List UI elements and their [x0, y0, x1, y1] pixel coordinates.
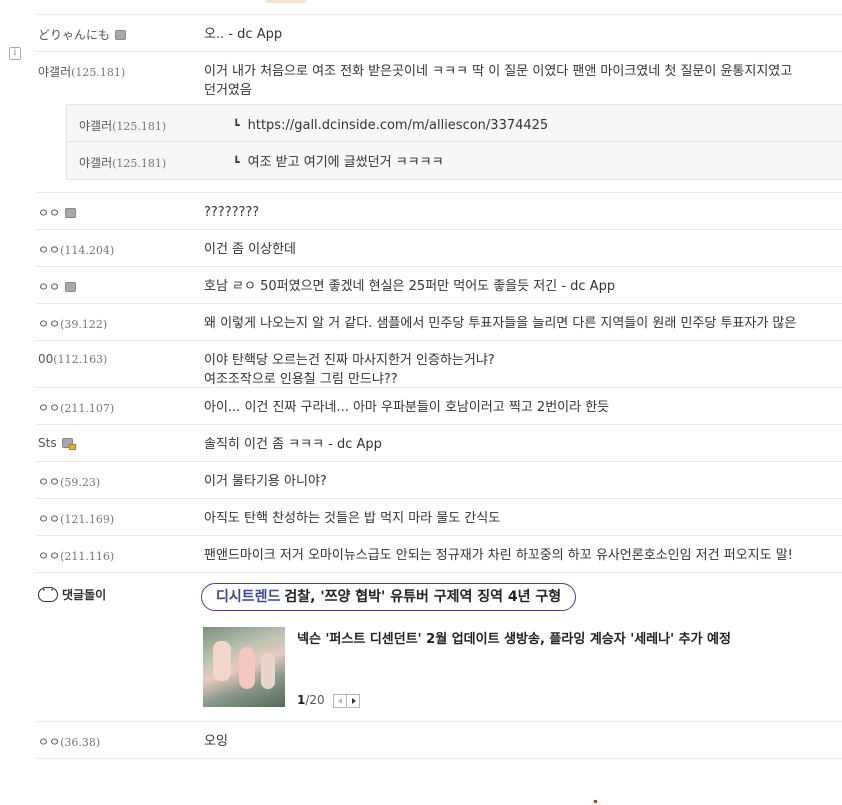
reply-link[interactable]: https://gall.dcinside.com/m/alliescon/33… — [248, 118, 549, 133]
comment-row: 야갤러(125.181) 이거 내가 처음으로 여조 전화 받은곳이네 ㅋㅋㅋ … — [36, 52, 842, 104]
divider — [36, 180, 842, 193]
comment-text: 왜 이렇게 나오는지 알 거 같다. 샘플에서 민주당 투표자들을 늘리면 다른… — [204, 316, 797, 331]
comment-nick[interactable]: ㅇㅇ — [38, 278, 77, 295]
comment-text: 이건 좀 이상한데 — [204, 242, 296, 257]
comment-text: 이거 내가 처음으로 여조 전화 받은곳이네 ㅋㅋㅋ 딱 이 질문 이였다 팬앤… — [204, 64, 793, 98]
comment-nick[interactable]: ㅇㅇ — [38, 204, 77, 221]
comment-nick[interactable]: どりゃんにも — [38, 26, 127, 43]
reply-arrow-icon: ┗ — [233, 119, 240, 132]
comment-nick[interactable]: Sts — [38, 436, 76, 450]
comment-nick[interactable]: 00(112.163) — [38, 352, 107, 366]
prev-page-button[interactable] — [332, 693, 347, 708]
reply-arrow-icon: ┗ — [233, 156, 240, 169]
comment-row: ㅇㅇ(36.38) 오잉 — [36, 722, 842, 759]
header-stub — [266, 0, 306, 3]
member-badge-icon — [65, 281, 77, 292]
reply-text: ┗ https://gall.dcinside.com/m/alliescon/3… — [233, 116, 842, 135]
comment-text: 오잉 — [204, 734, 228, 749]
bot-face-icon — [38, 586, 58, 602]
comment-row: ㅇㅇ(114.204) 이건 좀 이상한데 — [36, 230, 842, 267]
reply-row: 야갤러(125.181) ┗ https://gall.dcinside.com/… — [67, 105, 842, 142]
pager-total: /20 — [305, 693, 325, 707]
reply-nick[interactable]: 야갤러(125.181) — [79, 117, 166, 134]
comment-text: 아이... 이건 진짜 구라네... 아마 우파분들이 호남이러고 찍고 2번이… — [204, 400, 610, 415]
comment-row: どりゃんにも 오.. - dc App — [36, 15, 842, 52]
comment-row: ㅇㅇ(39.122) 왜 이렇게 나오는지 알 거 같다. 샘플에서 민주당 투… — [36, 304, 842, 341]
info-icon[interactable]: i — [9, 47, 21, 60]
dctrend-link[interactable]: 디시트렌드 검찰, '쯔양 협박' 유튜버 구제역 징역 4년 구형 — [201, 583, 577, 611]
comment-text: 솔직히 이건 좀 ㅋㅋㅋ - dc App — [204, 437, 382, 452]
comment-row: 00(112.163) 이야 탄핵당 오르는건 진짜 마사지한거 인증하는거냐?… — [36, 341, 842, 388]
comment-row: ㅇㅇ 호남 ㄹㅇ 50퍼였으면 좋겠네 현실은 25퍼만 먹어도 좋을듯 저긴 … — [36, 267, 842, 304]
comment-row: ㅇㅇ(121.169) 아직도 탄핵 찬성하는 것들은 밥 먹지 마라 물도 간… — [36, 499, 842, 536]
dctrend-brand: 디시트렌드 — [216, 589, 281, 605]
next-page-button[interactable] — [345, 693, 360, 708]
reply-nick[interactable]: 야갤러(125.181) — [79, 154, 166, 171]
comment-bot-label: 댓글돌이 — [38, 586, 106, 603]
reply-text: ┗ 여조 받고 여기에 글썼던거 ㅋㅋㅋㅋ — [233, 155, 444, 170]
cursor-marker — [594, 800, 597, 803]
news-thumbnail[interactable] — [203, 627, 285, 707]
comment-nick[interactable]: ㅇㅇ(59.23) — [38, 473, 100, 490]
reply-block: 야갤러(125.181) ┗ https://gall.dcinside.com/… — [66, 104, 842, 180]
comment-row: Sts 솔직히 이건 좀 ㅋㅋㅋ - dc App — [36, 425, 842, 462]
comment-text: 아직도 탄핵 찬성하는 것들은 밥 먹지 마라 물도 간식도 — [204, 511, 501, 526]
trend-headline: 검찰, '쯔양 협박' 유튜버 구제역 징역 4년 구형 — [284, 589, 562, 605]
comment-text: 호남 ㄹㅇ 50퍼였으면 좋겠네 현실은 25퍼만 먹어도 좋을듯 저긴 - d… — [204, 279, 616, 294]
comment-nick[interactable]: ㅇㅇ(211.116) — [38, 547, 114, 564]
member-badge-icon — [115, 29, 127, 40]
comment-text: ???????? — [204, 205, 260, 220]
member-badge-icon — [65, 207, 77, 218]
comment-text: 팬앤드마이크 저거 오마이뉴스급도 안되는 정규재가 차린 하꼬중의 하꼬 유사… — [204, 548, 793, 563]
news-pager: 1/20 — [297, 693, 360, 708]
reply-row: 야갤러(125.181) ┗ 여조 받고 여기에 글썼던거 ㅋㅋㅋㅋ — [67, 142, 842, 178]
comment-bot-ad: 댓글돌이 디시트렌드검찰, '쯔양 협박' 유튜버 구제역 징역 4년 구형 넥… — [36, 573, 842, 722]
comment-nick[interactable]: ㅇㅇ(121.169) — [38, 510, 114, 527]
comment-row: ㅇㅇ(211.116) 팬앤드마이크 저거 오마이뉴스급도 안되는 정규재가 차… — [36, 536, 842, 573]
comment-nick[interactable]: ㅇㅇ(114.204) — [38, 241, 114, 258]
comment-nick[interactable]: ㅇㅇ(39.122) — [38, 315, 107, 332]
comment-row: ㅇㅇ(211.107) 아이... 이건 진짜 구라네... 아마 우파분들이 … — [36, 388, 842, 425]
news-title-link[interactable]: 넥슨 '퍼스트 디센던트' 2월 업데이트 생방송, 플라잉 계승자 '세레나'… — [297, 628, 731, 647]
comment-text: 오.. - dc App — [204, 27, 283, 42]
member-lock-icon — [61, 437, 76, 450]
comment-nick[interactable]: 야갤러(125.181) — [38, 63, 125, 80]
top-divider — [36, 0, 842, 15]
comment-text: 이거 물타기용 아니야? — [204, 474, 327, 489]
comment-row: ㅇㅇ(59.23) 이거 물타기용 아니야? — [36, 462, 842, 499]
comment-row: ㅇㅇ ???????? — [36, 193, 842, 230]
comment-nick[interactable]: ㅇㅇ(211.107) — [38, 399, 114, 416]
comment-text: 이야 탄핵당 오르는건 진짜 마사지한거 인증하는거냐? 여조조작으로 인용칠 … — [204, 353, 495, 387]
comment-list: どりゃんにも 오.. - dc App 야갤러(125.181) 이거 내가 처… — [36, 15, 842, 759]
comment-nick[interactable]: ㅇㅇ(36.38) — [38, 733, 100, 750]
